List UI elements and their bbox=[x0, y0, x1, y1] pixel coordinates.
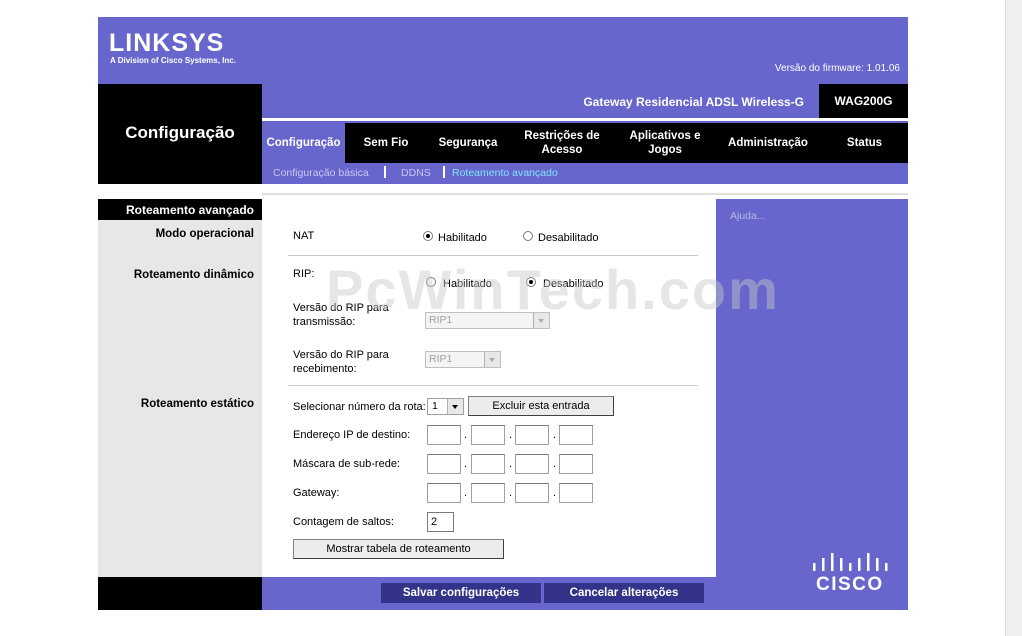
tab-sem-fio[interactable]: Sem Fio bbox=[345, 123, 427, 163]
divider bbox=[288, 385, 698, 386]
divider bbox=[288, 255, 698, 256]
rip-rx-select[interactable]: RIP1 bbox=[425, 351, 501, 368]
tab-aplicativos-jogos[interactable]: Aplicativos e Jogos bbox=[615, 123, 715, 163]
nat-enabled-label: Habilitado bbox=[438, 232, 487, 244]
gateway-label: Gateway: bbox=[293, 487, 340, 499]
rip-label: RIP: bbox=[293, 268, 315, 280]
route-number-label: Selecionar número da rota: bbox=[293, 401, 426, 413]
subnet-mask-octet-1[interactable] bbox=[427, 454, 461, 474]
firmware-version: Versão do firmware: 1.01.06 bbox=[774, 63, 900, 74]
label-roteamento-estatico: Roteamento estático bbox=[140, 398, 254, 410]
main-tabs: Configuração Sem Fio Segurança Restriçõe… bbox=[262, 123, 908, 163]
delete-entry-button[interactable]: Excluir esta entrada bbox=[468, 396, 614, 416]
chevron-down-icon bbox=[447, 399, 463, 414]
nat-enabled-radio[interactable] bbox=[423, 231, 433, 241]
subtab-configuracao-basica[interactable]: Configuração básica bbox=[273, 167, 369, 179]
subtab-separator bbox=[384, 166, 386, 178]
ip-dot: . bbox=[464, 429, 468, 441]
tab-status[interactable]: Status bbox=[821, 123, 908, 163]
subtab-ddns[interactable]: DDNS bbox=[401, 167, 431, 179]
window-scrollbar[interactable] bbox=[1005, 0, 1022, 636]
subnet-mask-octet-4[interactable] bbox=[559, 454, 593, 474]
gateway-octet-2[interactable] bbox=[471, 483, 505, 503]
linksys-logo: LINKSYS bbox=[109, 29, 225, 57]
nat-label: NAT bbox=[293, 230, 315, 242]
linksys-subtitle: A Division of Cisco Systems, Inc. bbox=[110, 56, 236, 65]
footer-left bbox=[98, 577, 262, 610]
label-modo-operacional: Modo operacional bbox=[155, 228, 254, 240]
dest-ip-label: Endereço IP de destino: bbox=[293, 429, 411, 441]
cisco-bars-icon bbox=[813, 553, 888, 571]
show-routing-table-button[interactable]: Mostrar tabela de roteamento bbox=[293, 539, 504, 559]
rip-rx-label: Versão do RIP para recebimento: bbox=[293, 349, 389, 375]
dest-ip-octet-2[interactable] bbox=[471, 425, 505, 445]
help-link[interactable]: Ajuda... bbox=[730, 210, 766, 222]
cisco-logo: CISCO bbox=[816, 574, 884, 595]
subnet-mask-label: Máscara de sub-rede: bbox=[293, 458, 400, 470]
subtab-separator bbox=[443, 166, 445, 178]
hop-count-label: Contagem de saltos: bbox=[293, 516, 394, 528]
subnet-mask-octet-3[interactable] bbox=[515, 454, 549, 474]
ip-dot: . bbox=[553, 487, 557, 499]
ip-dot: . bbox=[509, 487, 513, 499]
ip-dot: . bbox=[464, 458, 468, 470]
help-panel bbox=[716, 199, 908, 577]
ip-dot: . bbox=[553, 429, 557, 441]
tab-administracao[interactable]: Administração bbox=[715, 123, 821, 163]
model-badge: WAG200G bbox=[819, 84, 908, 118]
route-number-select[interactable]: 1 bbox=[427, 398, 464, 415]
sidebar-title: Roteamento avançado bbox=[125, 203, 254, 217]
ip-dot: . bbox=[553, 458, 557, 470]
subnet-mask-octet-2[interactable] bbox=[471, 454, 505, 474]
sidebar bbox=[98, 199, 262, 577]
router-page: LINKSYS A Division of Cisco Systems, Inc… bbox=[98, 17, 908, 610]
watermark: PcWinTech.com bbox=[326, 258, 780, 321]
spacer bbox=[98, 184, 908, 199]
ip-dot: . bbox=[509, 429, 513, 441]
ip-dot: . bbox=[464, 487, 468, 499]
sub-tabs: Configuração básica DDNS Roteamento avan… bbox=[262, 163, 908, 184]
hop-count-input[interactable]: 2 bbox=[427, 512, 454, 532]
subtab-roteamento-avancado[interactable]: Roteamento avançado bbox=[452, 167, 558, 179]
product-bar: Gateway Residencial ADSL Wireless-G bbox=[262, 84, 908, 118]
cancel-changes-button[interactable]: Cancelar alterações bbox=[544, 583, 704, 603]
product-name: Gateway Residencial ADSL Wireless-G bbox=[583, 95, 804, 109]
label-roteamento-dinamico: Roteamento dinâmico bbox=[133, 269, 254, 281]
gateway-octet-4[interactable] bbox=[559, 483, 593, 503]
gateway-octet-1[interactable] bbox=[427, 483, 461, 503]
dest-ip-octet-1[interactable] bbox=[427, 425, 461, 445]
divider bbox=[262, 193, 908, 195]
section-title: Configuração bbox=[125, 123, 235, 142]
gateway-octet-3[interactable] bbox=[515, 483, 549, 503]
dest-ip-octet-4[interactable] bbox=[559, 425, 593, 445]
dest-ip-octet-3[interactable] bbox=[515, 425, 549, 445]
tab-seguranca[interactable]: Segurança bbox=[427, 123, 509, 163]
ip-dot: . bbox=[509, 458, 513, 470]
save-settings-button[interactable]: Salvar configurações bbox=[381, 583, 541, 603]
tab-configuracao[interactable]: Configuração bbox=[262, 123, 345, 163]
nat-disabled-label: Desabilitado bbox=[538, 232, 599, 244]
tab-restricoes-acesso[interactable]: Restrições de Acesso bbox=[509, 123, 615, 163]
nat-disabled-radio[interactable] bbox=[523, 231, 533, 241]
chevron-down-icon bbox=[484, 352, 500, 367]
